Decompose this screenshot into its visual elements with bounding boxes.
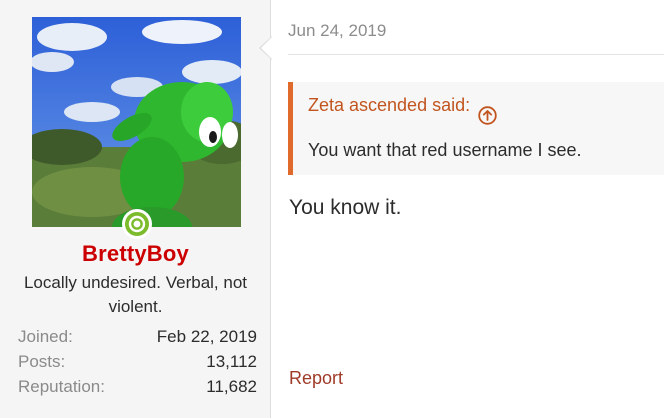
quote-author-line: Zeta ascended said: bbox=[308, 95, 471, 115]
stat-value: Feb 22, 2019 bbox=[156, 327, 257, 346]
username[interactable]: BrettyBoy bbox=[0, 241, 271, 267]
post-message: You know it. bbox=[289, 196, 402, 219]
quote-attribution[interactable]: Zeta ascended said: bbox=[308, 82, 497, 129]
arrow-up-circle-icon[interactable] bbox=[478, 96, 497, 125]
user-title: Locally undesired. Verbal, not violent. bbox=[23, 273, 248, 316]
stat-reputation: Reputation: 11,682 bbox=[18, 377, 257, 402]
forum-post: BrettyBoy Locally undesired. Verbal, not… bbox=[0, 0, 664, 418]
stat-label: Reputation: bbox=[18, 377, 105, 396]
online-status-indicator bbox=[122, 209, 152, 239]
user-stats: Joined: Feb 22, 2019 Posts: 13,112 Reput… bbox=[18, 327, 257, 402]
stat-posts: Posts: 13,112 bbox=[18, 352, 257, 377]
stat-joined: Joined: Feb 22, 2019 bbox=[18, 327, 257, 352]
avatar[interactable] bbox=[32, 17, 241, 227]
stat-label: Posts: bbox=[18, 352, 66, 371]
avatar-image bbox=[32, 17, 241, 227]
stat-label: Joined: bbox=[18, 327, 73, 346]
quote-block: Zeta ascended said: You want that red us… bbox=[288, 82, 664, 175]
stat-value: 13,112 bbox=[206, 352, 257, 371]
quote-text: You want that red username I see. bbox=[308, 140, 582, 160]
user-sidebar: BrettyBoy Locally undesired. Verbal, not… bbox=[0, 0, 271, 418]
online-status-icon bbox=[128, 215, 146, 233]
post-date[interactable]: Jun 24, 2019 bbox=[288, 21, 386, 41]
stat-value: 11,682 bbox=[206, 377, 257, 396]
divider bbox=[288, 54, 664, 55]
report-link[interactable]: Report bbox=[289, 368, 343, 389]
